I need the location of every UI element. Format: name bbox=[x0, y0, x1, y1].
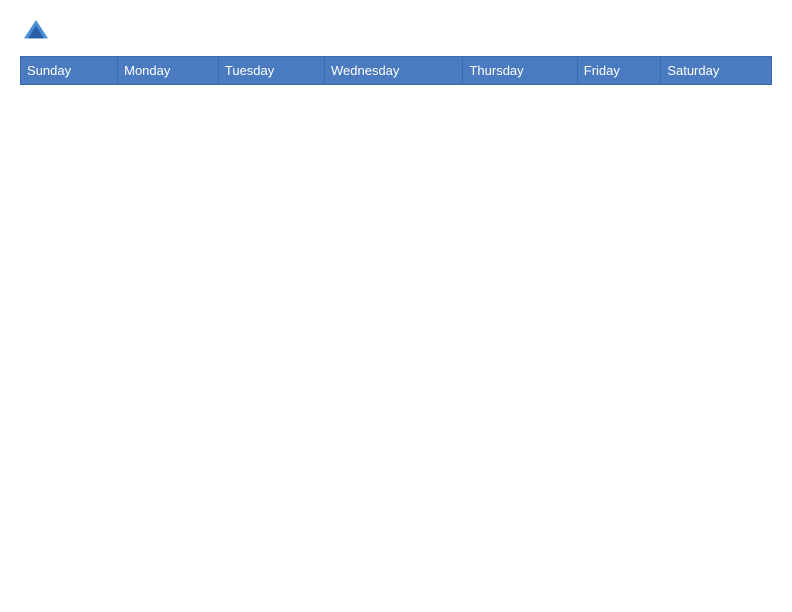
calendar-header-friday: Friday bbox=[577, 57, 661, 85]
logo-icon bbox=[20, 16, 52, 48]
calendar-header-saturday: Saturday bbox=[661, 57, 772, 85]
calendar-table: SundayMondayTuesdayWednesdayThursdayFrid… bbox=[20, 56, 772, 85]
page-header bbox=[20, 16, 772, 48]
logo bbox=[20, 16, 56, 48]
calendar-header-wednesday: Wednesday bbox=[324, 57, 462, 85]
calendar-header-sunday: Sunday bbox=[21, 57, 118, 85]
calendar-header-row: SundayMondayTuesdayWednesdayThursdayFrid… bbox=[21, 57, 772, 85]
calendar-header-monday: Monday bbox=[118, 57, 219, 85]
calendar-header-thursday: Thursday bbox=[463, 57, 577, 85]
calendar-header-tuesday: Tuesday bbox=[218, 57, 324, 85]
